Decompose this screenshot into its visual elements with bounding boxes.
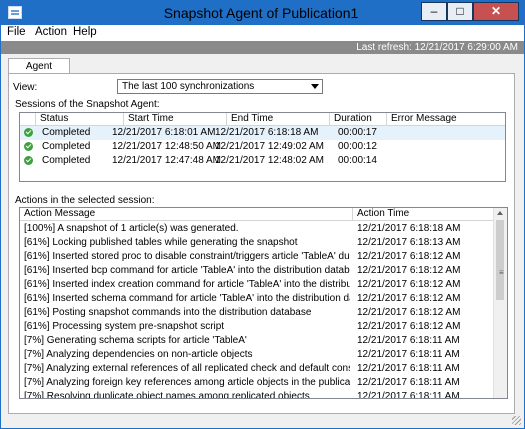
refresh-bar: Last refresh: 12/21/2017 6:29:00 AM <box>1 41 524 54</box>
list-item[interactable]: [61%] Processing system pre-snapshot scr… <box>20 320 493 334</box>
scroll-thumb[interactable]: ≡ <box>496 220 504 300</box>
sessions-label: Sessions of the Snapshot Agent: <box>15 99 160 110</box>
session-status: Completed <box>42 141 91 152</box>
action-time: 12/21/2017 6:18:11 AM <box>357 363 460 374</box>
sessions-header-status[interactable]: Status <box>36 113 124 126</box>
menu-file[interactable]: File <box>7 26 26 38</box>
checkmark-circle-icon <box>24 156 33 165</box>
list-item[interactable]: [61%] Inserted bcp command for article '… <box>20 264 493 278</box>
list-item[interactable]: [61%] Posting snapshot commands into the… <box>20 306 493 320</box>
sessions-header-end[interactable]: End Time <box>227 113 330 126</box>
sessions-header-error[interactable]: Error Message <box>387 113 505 126</box>
actions-label: Actions in the selected session: <box>15 195 155 206</box>
session-start: 12/21/2017 12:48:50 AM <box>112 141 221 152</box>
list-item[interactable]: [61%] Inserted stored proc to disable co… <box>20 250 493 264</box>
action-message: [7%] Generating schema scripts for artic… <box>24 335 247 346</box>
checkmark-circle-icon <box>24 128 33 137</box>
menu-bar: File Action Help <box>1 25 524 41</box>
list-item[interactable]: [61%] Inserted index creation command fo… <box>20 278 493 292</box>
table-row[interactable]: Completed 12/21/2017 6:18:01 AM 12/21/20… <box>20 126 505 140</box>
list-item[interactable]: [61%] Locking published tables while gen… <box>20 236 493 250</box>
session-end: 12/21/2017 12:49:02 AM <box>215 141 324 152</box>
action-time: 12/21/2017 6:18:11 AM <box>357 391 460 399</box>
action-time: 12/21/2017 6:18:12 AM <box>357 293 461 304</box>
action-message: [61%] Inserted schema command for articl… <box>24 293 350 304</box>
checkmark-circle-icon <box>24 142 33 151</box>
session-status: Completed <box>42 155 91 166</box>
actions-header-message[interactable]: Action Message <box>20 208 353 221</box>
action-message: [7%] Analyzing foreign key references am… <box>24 377 350 388</box>
app-window: Snapshot Agent of Publication1 – □ ✕ Fil… <box>0 0 525 429</box>
sessions-grid: Status Start Time End Time Duration Erro… <box>19 112 506 182</box>
action-time: 12/21/2017 6:18:12 AM <box>357 321 461 332</box>
chevron-down-icon <box>311 84 319 89</box>
action-time: 12/21/2017 6:18:13 AM <box>357 237 461 248</box>
action-time: 12/21/2017 6:18:12 AM <box>357 279 461 290</box>
action-time: 12/21/2017 6:18:11 AM <box>357 377 460 388</box>
list-item[interactable]: [7%] Analyzing external references of al… <box>20 362 493 376</box>
action-message: [61%] Processing system pre-snapshot scr… <box>24 321 225 332</box>
session-duration: 00:00:14 <box>338 155 377 166</box>
sessions-header-icon <box>20 113 36 126</box>
menu-help[interactable]: Help <box>73 26 97 38</box>
action-message: [100%] A snapshot of 1 article(s) was ge… <box>24 223 239 234</box>
action-time: 12/21/2017 6:18:12 AM <box>357 265 461 276</box>
list-item[interactable]: [61%] Inserted schema command for articl… <box>20 292 493 306</box>
sessions-header-duration[interactable]: Duration <box>330 113 387 126</box>
window-title: Snapshot Agent of Publication1 <box>163 5 359 21</box>
table-row[interactable]: Completed 12/21/2017 12:48:50 AM 12/21/2… <box>20 140 505 154</box>
actions-header-time[interactable]: Action Time <box>353 208 494 221</box>
session-end: 12/21/2017 6:18:18 AM <box>215 127 319 138</box>
action-message: [61%] Inserted index creation command fo… <box>24 279 350 290</box>
action-time: 12/21/2017 6:18:11 AM <box>357 349 460 360</box>
view-label: View: <box>13 82 38 93</box>
view-selected-value: The last 100 synchronizations <box>122 81 255 92</box>
list-item[interactable]: [7%] Analyzing dependencies on non-artic… <box>20 348 493 362</box>
action-time: 12/21/2017 6:18:11 AM <box>357 335 460 346</box>
list-item[interactable]: [7%] Resolving duplicate object names am… <box>20 390 493 399</box>
session-start: 12/21/2017 6:18:01 AM <box>112 127 216 138</box>
sessions-header-start[interactable]: Start Time <box>124 113 227 126</box>
actions-scrollbar[interactable]: ≡ <box>493 208 507 398</box>
view-dropdown[interactable]: The last 100 synchronizations <box>117 79 323 94</box>
menu-action[interactable]: Action <box>35 26 67 38</box>
action-time: 12/21/2017 6:18:18 AM <box>357 223 461 234</box>
list-item[interactable]: [7%] Generating schema scripts for artic… <box>20 334 493 348</box>
table-row[interactable]: Completed 12/21/2017 12:47:48 AM 12/21/2… <box>20 154 505 168</box>
app-icon <box>8 6 22 19</box>
close-button[interactable]: ✕ <box>473 2 519 21</box>
action-message: [7%] Analyzing dependencies on non-artic… <box>24 349 253 360</box>
action-message: [61%] Posting snapshot commands into the… <box>24 307 312 318</box>
action-time: 12/21/2017 6:18:12 AM <box>357 251 461 262</box>
action-message: [61%] Inserted bcp command for article '… <box>24 265 350 276</box>
session-status: Completed <box>42 127 91 138</box>
list-item[interactable]: [100%] A snapshot of 1 article(s) was ge… <box>20 222 493 236</box>
last-refresh-text: Last refresh: 12/21/2017 6:29:00 AM <box>356 42 518 53</box>
action-message: [7%] Resolving duplicate object names am… <box>24 391 310 399</box>
actions-grid: Action Message Action Time [100%] A snap… <box>19 207 508 399</box>
action-message: [7%] Analyzing external references of al… <box>24 363 350 374</box>
resize-grip-icon[interactable] <box>512 416 521 425</box>
list-item[interactable]: [7%] Analyzing foreign key references am… <box>20 376 493 390</box>
scroll-up-icon[interactable] <box>497 211 503 215</box>
session-start: 12/21/2017 12:47:48 AM <box>112 155 221 166</box>
session-end: 12/21/2017 12:48:02 AM <box>215 155 324 166</box>
title-bar: Snapshot Agent of Publication1 – □ ✕ <box>1 1 524 25</box>
session-duration: 00:00:17 <box>338 127 377 138</box>
action-message: [61%] Locking published tables while gen… <box>24 237 298 248</box>
session-duration: 00:00:12 <box>338 141 377 152</box>
action-message: [61%] Inserted stored proc to disable co… <box>24 251 350 262</box>
minimize-button[interactable]: – <box>421 2 447 21</box>
action-time: 12/21/2017 6:18:12 AM <box>357 307 461 318</box>
maximize-button[interactable]: □ <box>447 2 473 21</box>
grip-icon: ≡ <box>499 268 504 277</box>
